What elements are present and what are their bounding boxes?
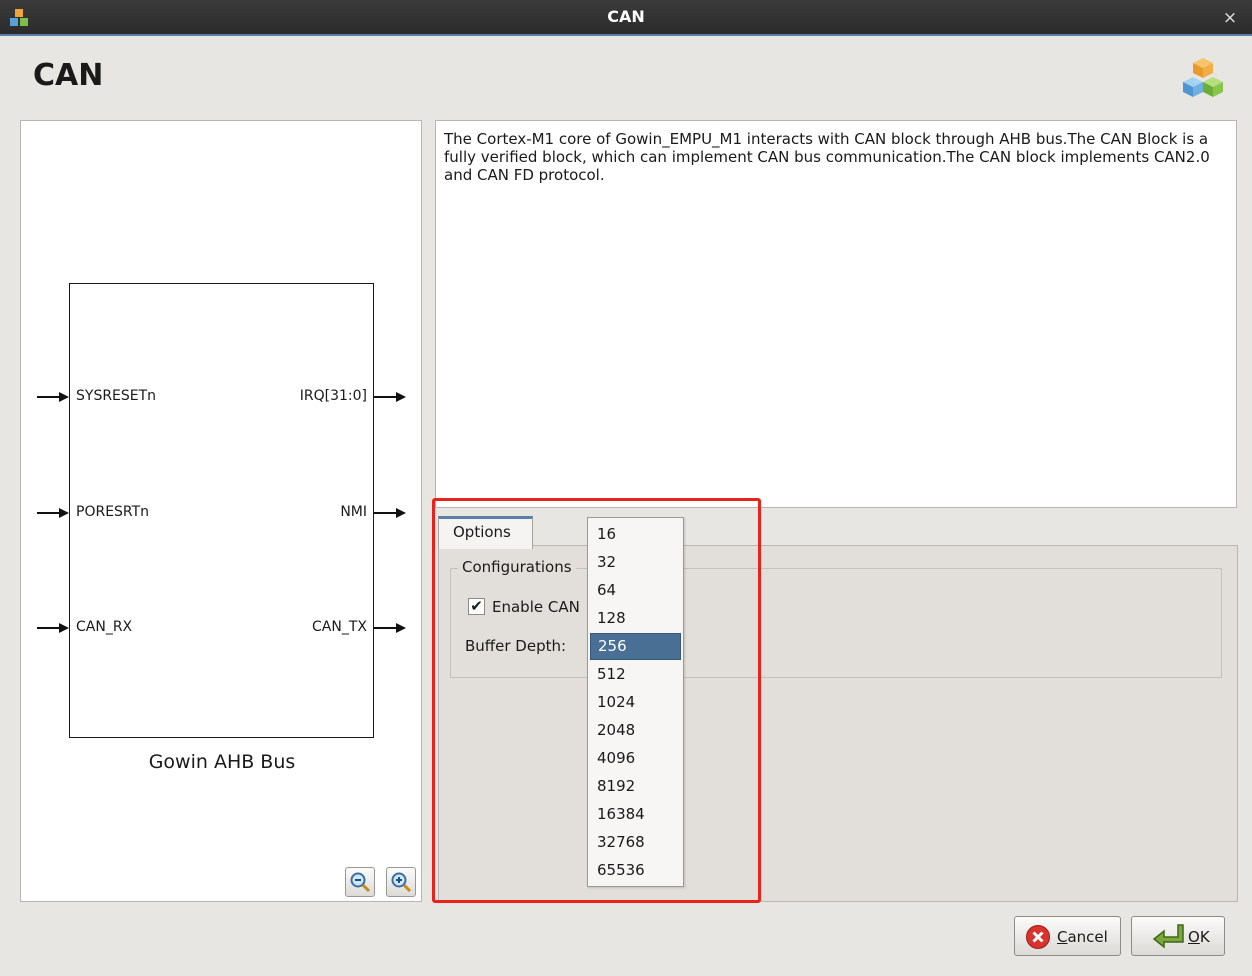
- description-text: The Cortex-M1 core of Gowin_EMPU_M1 inte…: [435, 120, 1237, 508]
- port-nmi: NMI: [340, 504, 367, 520]
- port-sysresetn: SYSRESETn: [76, 388, 157, 404]
- zoom-in-icon: [391, 872, 412, 893]
- input-arrow-icon: [37, 392, 69, 402]
- ok-arrow-icon: [1152, 924, 1184, 949]
- output-arrow-icon: [374, 623, 406, 633]
- port-can-rx: CAN_RX: [76, 619, 133, 635]
- input-arrow-icon: [37, 508, 69, 518]
- cancel-icon: [1026, 925, 1050, 949]
- cancel-label: Cancel: [1057, 928, 1108, 946]
- output-arrow-icon: [374, 392, 406, 402]
- zoom-out-button[interactable]: [345, 867, 375, 897]
- input-arrow-icon: [37, 623, 69, 633]
- zoom-in-button[interactable]: [386, 867, 416, 897]
- highlight-box: [432, 498, 761, 903]
- cancel-button[interactable]: Cancel: [1014, 916, 1121, 956]
- zoom-out-icon: [350, 872, 371, 893]
- ok-label: OK: [1188, 928, 1210, 946]
- cubes-icon: [1183, 58, 1223, 97]
- close-icon[interactable]: ×: [1218, 6, 1242, 30]
- port-irq: IRQ[31:0]: [299, 388, 367, 404]
- window-titlebar: CAN ×: [0, 0, 1252, 36]
- bus-label: Gowin AHB Bus: [148, 751, 296, 773]
- diagram-panel: SYSRESETn PORESRTn CAN_RX IRQ[31:0] NMI …: [20, 120, 422, 902]
- window-title: CAN: [607, 7, 645, 26]
- output-arrow-icon: [374, 508, 406, 518]
- page-title: CAN: [33, 58, 104, 93]
- can-block: SYSRESETn PORESRTn CAN_RX IRQ[31:0] NMI …: [69, 283, 374, 738]
- port-poresrtn: PORESRTn: [76, 504, 150, 520]
- port-can-tx: CAN_TX: [312, 619, 367, 635]
- ok-button[interactable]: OK: [1131, 916, 1225, 956]
